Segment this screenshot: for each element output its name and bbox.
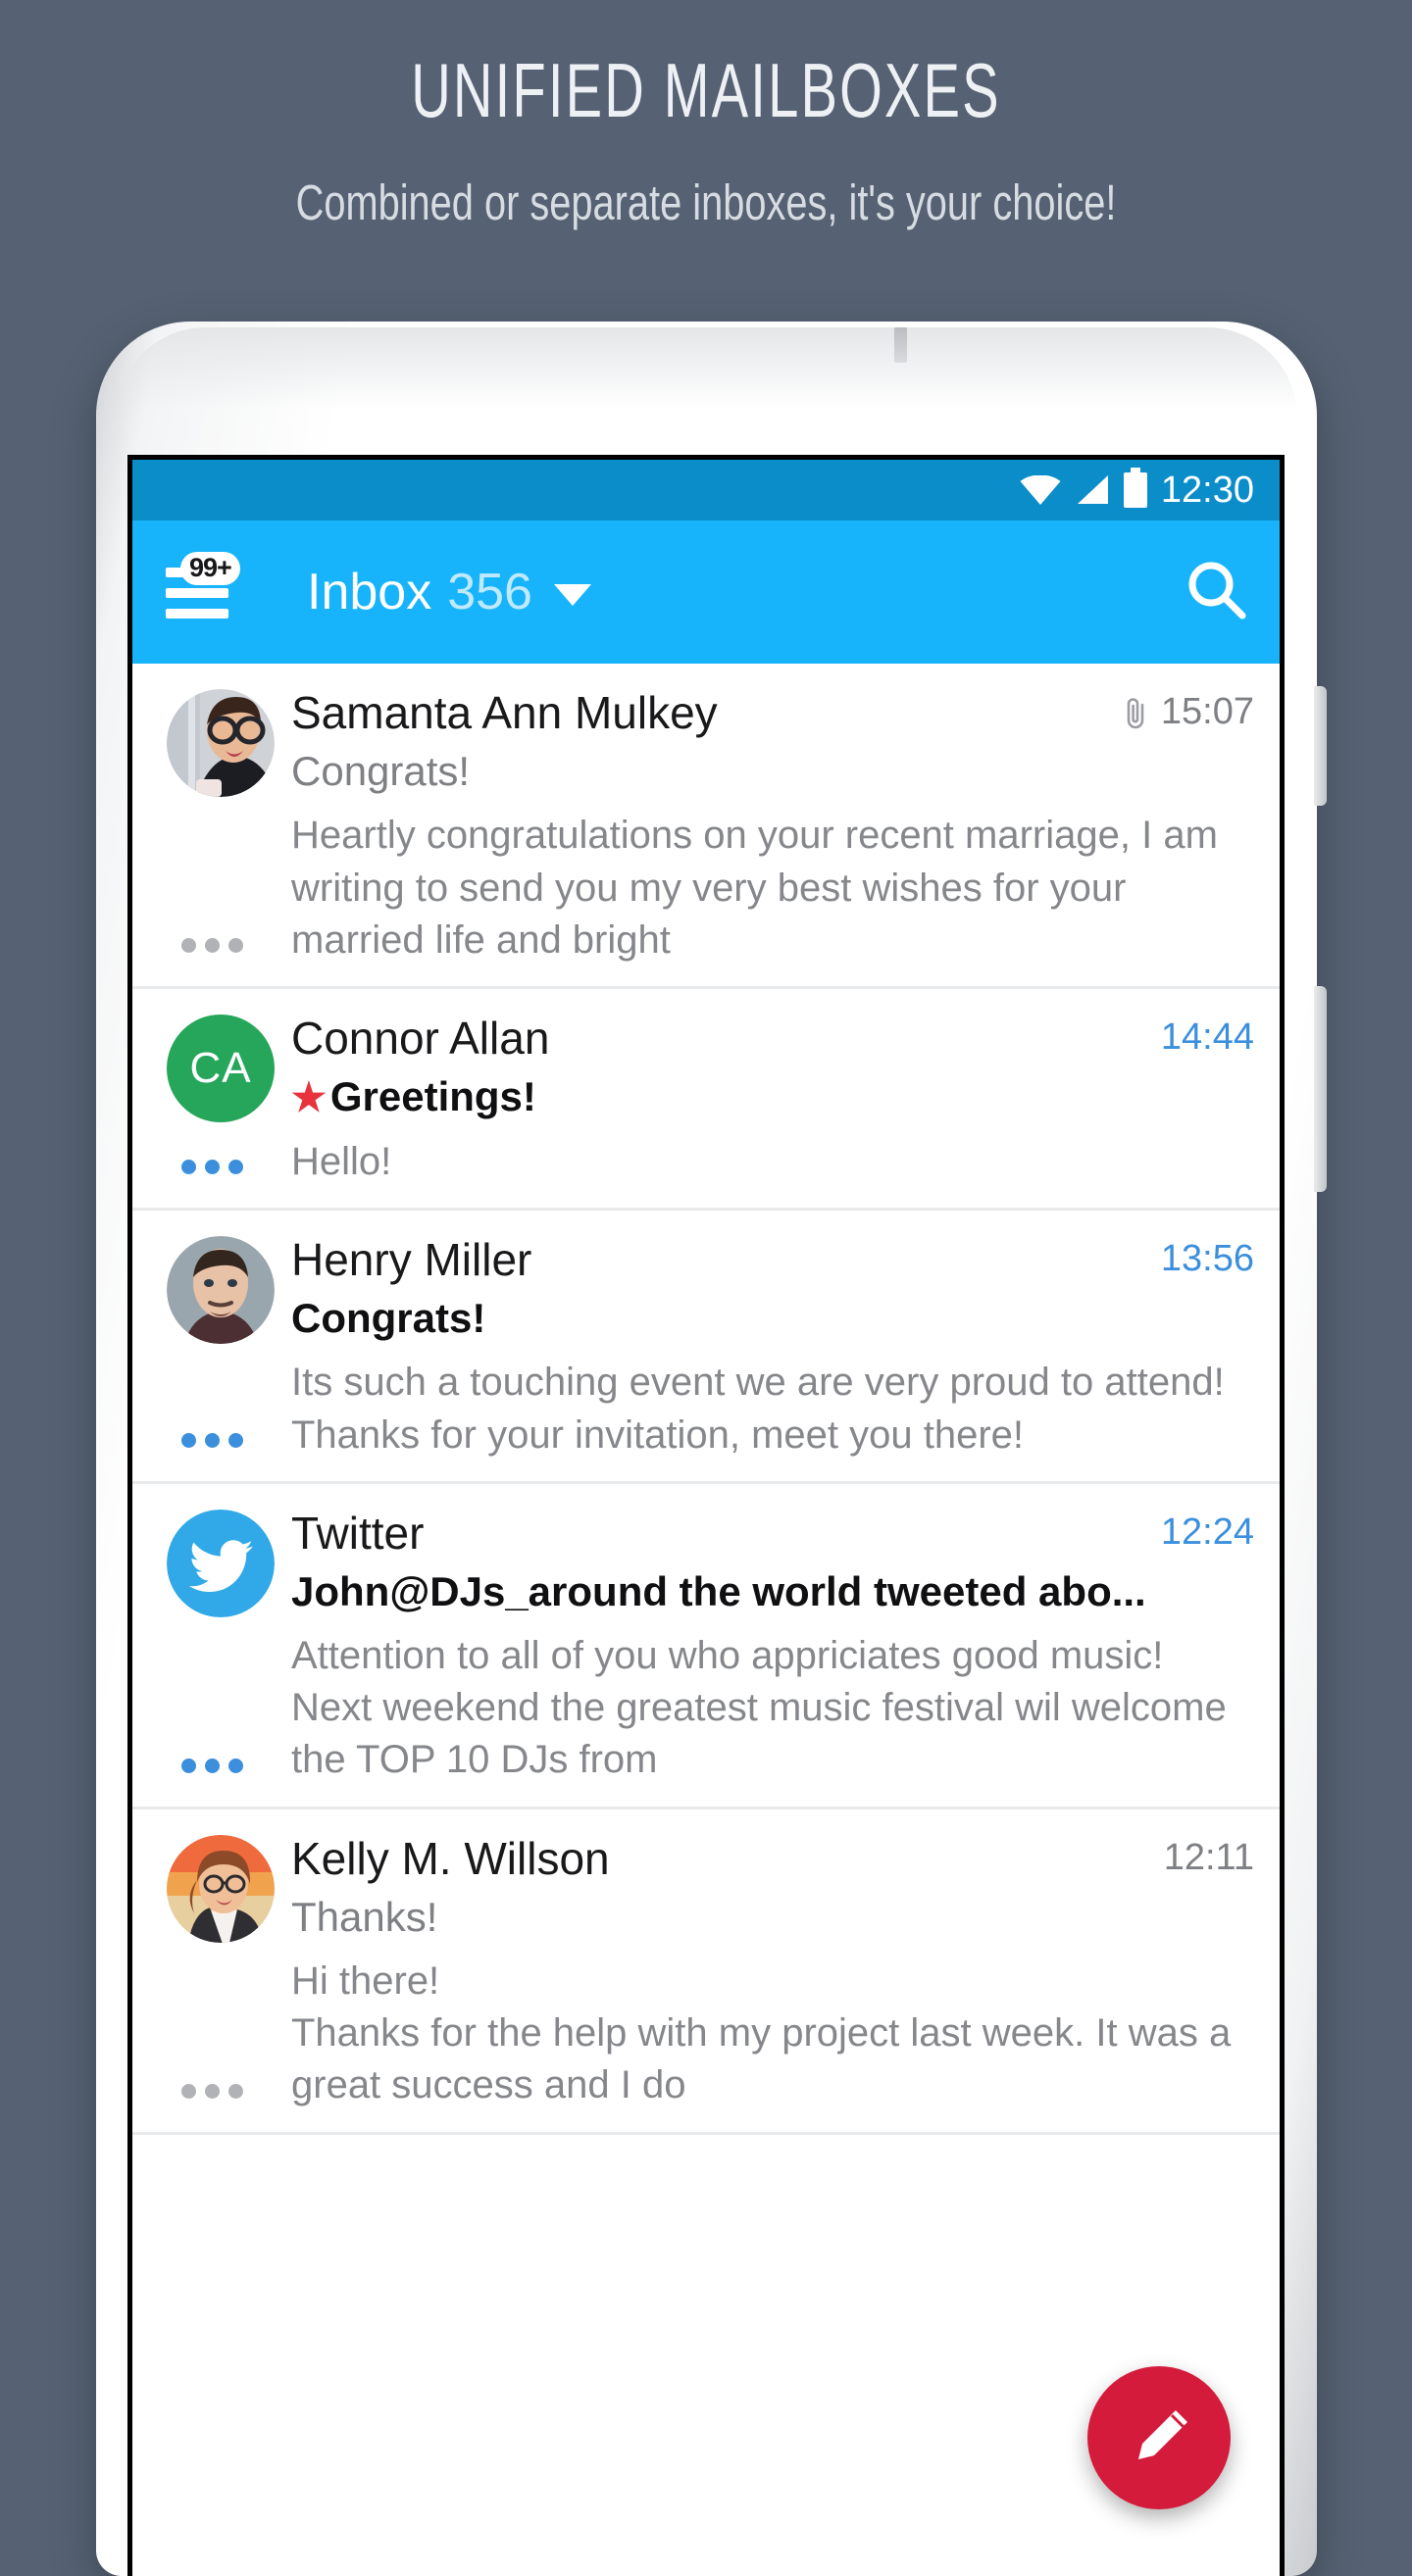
avatar-column: CA bbox=[154, 1011, 287, 1188]
email-header: Twitter 12:24 bbox=[291, 1506, 1254, 1560]
antenna-line bbox=[894, 327, 907, 363]
email-meta: 15:07 bbox=[1107, 685, 1254, 733]
more-options-icon[interactable] bbox=[181, 2083, 243, 2099]
status-time: 12:30 bbox=[1160, 469, 1254, 511]
email-sender: Twitter bbox=[291, 1507, 425, 1559]
email-meta: 14:44 bbox=[1145, 1011, 1254, 1059]
hamburger-menu-icon[interactable]: 99+ bbox=[166, 552, 240, 624]
email-time: 14:44 bbox=[1160, 1016, 1254, 1058]
email-preview: Attention to all of you who appriciates … bbox=[291, 1634, 1227, 1782]
email-subject: Thanks! bbox=[291, 1893, 438, 1940]
email-content: Kelly M. Willson 12:11 Thanks! Hi there!… bbox=[287, 1831, 1254, 2112]
wifi-icon bbox=[1020, 475, 1061, 505]
phone-top-bezel bbox=[116, 327, 1297, 445]
phone-mockup: 12:30 99+ Inbox 356 Samanta Ann Mulkey 1… bbox=[96, 322, 1327, 2576]
email-subject: John@DJs_around the world tweeted abo... bbox=[291, 1567, 1146, 1614]
avatar bbox=[167, 1834, 275, 1943]
email-content: Samanta Ann Mulkey 15:07 Congrats! Heart… bbox=[287, 685, 1254, 966]
volume-button[interactable] bbox=[1314, 986, 1327, 1192]
email-content: Connor Allan 14:44 ★Greetings! Hello! bbox=[287, 1011, 1254, 1188]
email-subject: Congrats! bbox=[291, 748, 471, 795]
email-sender: Kelly M. Willson bbox=[291, 1832, 610, 1884]
twitter-logo-icon bbox=[167, 1509, 275, 1617]
email-preview: Heartly congratulations on your recent m… bbox=[291, 814, 1218, 962]
more-options-icon[interactable] bbox=[181, 1758, 243, 1773]
avatar bbox=[167, 1509, 275, 1617]
email-time: 15:07 bbox=[1160, 691, 1254, 732]
avatar-column bbox=[154, 1831, 287, 2112]
page-subtitle: Combined or separate inboxes, it's your … bbox=[295, 174, 1117, 231]
email-meta: 12:24 bbox=[1145, 1506, 1254, 1554]
avatar bbox=[167, 689, 275, 797]
chevron-down-icon bbox=[553, 583, 591, 606]
email-list-item[interactable]: CA Connor Allan 14:44 ★Greetings! Hello! bbox=[132, 989, 1280, 1211]
menu-unread-badge: 99+ bbox=[180, 552, 240, 586]
email-time: 12:24 bbox=[1160, 1511, 1254, 1553]
email-subject-text: Greetings! bbox=[329, 1073, 536, 1120]
search-icon[interactable] bbox=[1182, 556, 1254, 628]
email-sender: Samanta Ann Mulkey bbox=[291, 687, 718, 738]
email-list-item[interactable]: Twitter 12:24 John@DJs_around the world … bbox=[132, 1484, 1280, 1809]
attachment-icon bbox=[1127, 697, 1144, 728]
compose-pencil-icon bbox=[1138, 2410, 1187, 2459]
email-time: 12:11 bbox=[1163, 1836, 1254, 1878]
promo-header: UNIFIED MAILBOXES Combined or separate i… bbox=[0, 0, 1412, 236]
more-options-icon[interactable] bbox=[181, 1160, 243, 1174]
avatar bbox=[167, 1236, 275, 1344]
email-content: Twitter 12:24 John@DJs_around the world … bbox=[287, 1506, 1254, 1787]
avatar-column bbox=[154, 1506, 287, 1787]
email-sender: Connor Allan bbox=[291, 1012, 550, 1064]
more-options-icon[interactable] bbox=[181, 1432, 243, 1448]
mailbox-count: 356 bbox=[447, 564, 532, 620]
email-list: Samanta Ann Mulkey 15:07 Congrats! Heart… bbox=[132, 664, 1280, 2135]
power-button[interactable] bbox=[1314, 686, 1327, 806]
email-header: Henry Miller 13:56 bbox=[291, 1232, 1254, 1287]
page-title: UNIFIED MAILBOXES bbox=[411, 47, 1001, 133]
email-preview: Hello! bbox=[291, 1139, 392, 1183]
avatar-column bbox=[154, 685, 287, 966]
email-preview: Hi there! Thanks for the help with my pr… bbox=[291, 1958, 1232, 2107]
email-content: Henry Miller 13:56 Congrats! Its such a … bbox=[287, 1232, 1254, 1461]
compose-fab-button[interactable] bbox=[1087, 2366, 1231, 2509]
cellular-signal-icon bbox=[1077, 475, 1108, 504]
email-preview: Its such a touching event we are very pr… bbox=[291, 1361, 1225, 1457]
email-subject: Congrats! bbox=[291, 1295, 486, 1342]
avatar-column bbox=[154, 1232, 287, 1461]
avatar: CA bbox=[167, 1014, 275, 1122]
email-meta: 13:56 bbox=[1145, 1232, 1254, 1280]
email-header: Samanta Ann Mulkey 15:07 bbox=[291, 685, 1254, 740]
battery-full-icon bbox=[1123, 468, 1147, 508]
email-header: Connor Allan 14:44 bbox=[291, 1011, 1254, 1065]
email-header: Kelly M. Willson 12:11 bbox=[291, 1831, 1254, 1886]
email-list-item[interactable]: Kelly M. Willson 12:11 Thanks! Hi there!… bbox=[132, 1809, 1280, 2135]
mailbox-title: Inbox bbox=[307, 564, 432, 620]
status-bar: 12:30 bbox=[132, 460, 1280, 520]
app-bar: 99+ Inbox 356 bbox=[132, 520, 1280, 664]
email-list-item[interactable]: Henry Miller 13:56 Congrats! Its such a … bbox=[132, 1211, 1280, 1484]
email-meta: 12:11 bbox=[1148, 1831, 1254, 1879]
star-icon[interactable]: ★ bbox=[291, 1076, 327, 1119]
phone-screen: 12:30 99+ Inbox 356 Samanta Ann Mulkey 1… bbox=[127, 455, 1285, 2576]
email-sender: Henry Miller bbox=[291, 1234, 532, 1285]
mailbox-selector[interactable]: Inbox 356 bbox=[307, 563, 591, 621]
more-options-icon[interactable] bbox=[181, 937, 243, 953]
email-list-item[interactable]: Samanta Ann Mulkey 15:07 Congrats! Heart… bbox=[132, 664, 1280, 989]
email-subject: ★Greetings! bbox=[291, 1071, 1254, 1122]
email-time: 13:56 bbox=[1160, 1238, 1254, 1279]
